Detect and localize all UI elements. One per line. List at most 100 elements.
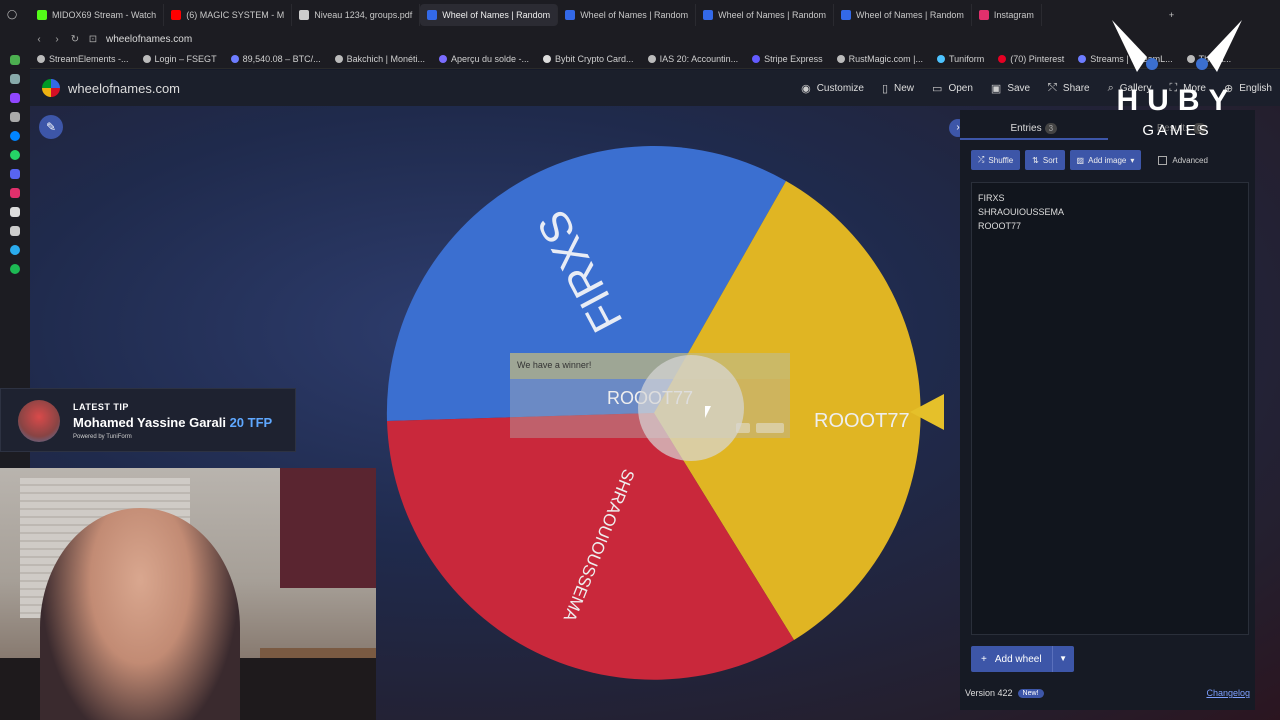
entry-line: ROOOT77 <box>978 221 1022 231</box>
menu-label: Share <box>1062 82 1090 94</box>
tab-favicon-icon <box>565 9 576 20</box>
palette-icon: ◉ <box>801 82 811 95</box>
bookmark-label: StreamElements -... <box>49 53 129 64</box>
entry-line: FIRXS <box>978 193 1005 203</box>
x-icon[interactable] <box>10 226 20 236</box>
button-label: Sort <box>1042 155 1058 165</box>
entries-toolbar: ⤮ Shuffle ⇅ Sort ▨ Add image ▾ Advanced <box>971 150 1208 170</box>
tab-favicon-icon <box>978 9 989 20</box>
sidebar-app-icon[interactable] <box>10 93 20 103</box>
browser-tab-bar: ◯ MIDOX69 Stream - Watch (6) MAGIC SYSTE… <box>0 0 1280 29</box>
tab-4[interactable]: Wheel of Names | Random <box>558 3 697 26</box>
wheel-logo-icon <box>42 79 60 97</box>
bookmark-item[interactable]: RustMagic.com |... <box>830 54 930 64</box>
tab-favicon-icon <box>840 9 851 20</box>
menu-label: Open <box>948 82 973 94</box>
tab-entries[interactable]: Entries 3 <box>960 118 1108 140</box>
shuffle-icon: ⤮ <box>978 155 985 164</box>
bookmark-item[interactable]: 89,540.08 – BTC/... <box>224 54 328 64</box>
site-info-icon[interactable]: ⊡ <box>84 34 102 45</box>
bookmark-favicon-icon <box>647 54 656 63</box>
tab-favicon-icon <box>37 9 47 20</box>
add-wheel-button[interactable]: + Add wheel ▼ <box>971 646 1074 672</box>
bookmark-item[interactable]: Aperçu du solde -... <box>432 54 536 64</box>
bookmark-item[interactable]: Tuniform <box>930 54 991 64</box>
bookmark-item[interactable]: Bybit Crypto Card... <box>536 54 641 64</box>
wheel-label-roooot77: ROOOT77 <box>814 410 910 432</box>
tab-5[interactable]: Wheel of Names | Random <box>696 3 834 26</box>
tab-1[interactable]: (6) MAGIC SYSTEM - M <box>164 3 293 26</box>
bookmark-item[interactable]: IAS 20: Accountin... <box>641 54 746 64</box>
button-label: Add image <box>1088 155 1127 165</box>
advanced-checkbox[interactable]: Advanced <box>1158 155 1208 165</box>
tip-line: Mohamed Yassine Garali 20 TFP <box>73 415 272 430</box>
wheel-pointer-icon <box>910 394 944 430</box>
checkbox-label: Advanced <box>1172 155 1208 165</box>
tip-amount: 20 TFP <box>229 415 273 430</box>
instagram-icon[interactable] <box>10 188 20 198</box>
huby-games-logo: HUBY GAMES <box>1092 12 1262 142</box>
entries-textarea[interactable]: FIRXS SHRAOUIOUSSEMA ROOOT77 <box>971 182 1249 635</box>
spotify-icon[interactable] <box>10 264 20 274</box>
sidebar-app-icon[interactable] <box>10 112 20 122</box>
back-icon[interactable]: ‹ <box>30 34 48 45</box>
bookmark-label: Login – FSEGT <box>154 53 217 64</box>
bookmark-label: (70) Pinterest <box>1010 53 1065 64</box>
new-button[interactable]: ▯ New <box>882 82 914 95</box>
bookmark-favicon-icon <box>334 54 343 63</box>
tab-7[interactable]: Instagram <box>972 3 1042 26</box>
menu-label: Customize <box>816 82 864 94</box>
site-logo[interactable]: wheelofnames.com <box>42 79 180 97</box>
bookmark-item[interactable]: (70) Pinterest <box>991 54 1071 64</box>
brand-main: HUBY <box>1116 84 1238 117</box>
bookmark-favicon-icon <box>836 54 845 63</box>
version-text: Version 422 <box>965 688 1013 698</box>
chevron-down-icon: ▼ <box>1059 654 1067 663</box>
open-button[interactable]: ▭ Open <box>932 82 973 95</box>
bookmark-item[interactable]: Stripe Express <box>745 54 830 64</box>
tab-3[interactable]: Wheel of Names | Random <box>420 3 559 26</box>
bookmark-item[interactable]: Bakchich | Monéti... <box>328 54 432 64</box>
add-image-button[interactable]: ▨ Add image ▾ <box>1069 150 1142 170</box>
share-button[interactable]: ⤲ Share <box>1048 82 1090 95</box>
bookmark-item[interactable]: Login – FSEGT <box>136 54 224 64</box>
discord-icon[interactable] <box>10 169 20 179</box>
bookmark-favicon-icon <box>752 54 761 63</box>
brand-sub: GAMES <box>1142 122 1212 139</box>
bookmark-item[interactable]: StreamElements -... <box>30 54 136 64</box>
browser-menu-icon[interactable]: ◯ <box>0 4 30 26</box>
sort-button[interactable]: ⇅ Sort <box>1025 150 1065 170</box>
tiktok-icon[interactable] <box>10 207 20 217</box>
tab-6[interactable]: Wheel of Names | Random <box>834 3 972 26</box>
changelog-link[interactable]: Changelog <box>1206 688 1250 698</box>
image-icon: ▨ <box>1076 155 1085 165</box>
save-button[interactable]: ▣ Save <box>991 82 1030 95</box>
bookmark-label: 89,540.08 – BTC/... <box>242 53 321 64</box>
menu-label: Save <box>1007 82 1031 94</box>
tab-label: Instagram <box>993 9 1034 20</box>
tab-2[interactable]: Niveau 1234, groups.pdf <box>292 3 421 26</box>
horns-icon <box>1112 20 1242 72</box>
messenger-icon[interactable] <box>10 131 20 141</box>
customize-button[interactable]: ◉ Customize <box>801 82 864 95</box>
address-bar: ‹ › ↻ ⊡ wheelofnames.com <box>0 29 1280 49</box>
bookmark-label: Bakchich | Monéti... <box>346 53 425 64</box>
sidebar-app-icon[interactable] <box>10 55 20 65</box>
add-wheel-dropdown[interactable]: ▼ <box>1051 646 1074 672</box>
reload-icon[interactable]: ↻ <box>66 34 84 45</box>
tab-0[interactable]: MIDOX69 Stream - Watch <box>30 3 165 26</box>
menu-label: New <box>894 82 915 94</box>
checkbox-box[interactable] <box>1158 155 1168 165</box>
forward-icon[interactable]: › <box>48 34 66 45</box>
edit-title-pencil-icon[interactable]: ✎ <box>39 115 63 139</box>
bookmark-label: Bybit Crypto Card... <box>555 53 634 64</box>
shuffle-button[interactable]: ⤮ Shuffle <box>971 150 1021 170</box>
wheel-center-hub[interactable] <box>638 355 744 461</box>
telegram-icon[interactable] <box>10 245 20 255</box>
wall-poster <box>280 468 376 588</box>
whatsapp-icon[interactable] <box>10 150 20 160</box>
remove-button[interactable] <box>756 423 784 433</box>
sidebar-app-icon[interactable] <box>10 74 20 84</box>
tab-favicon-icon <box>299 9 310 20</box>
url-field[interactable]: wheelofnames.com <box>106 34 192 45</box>
